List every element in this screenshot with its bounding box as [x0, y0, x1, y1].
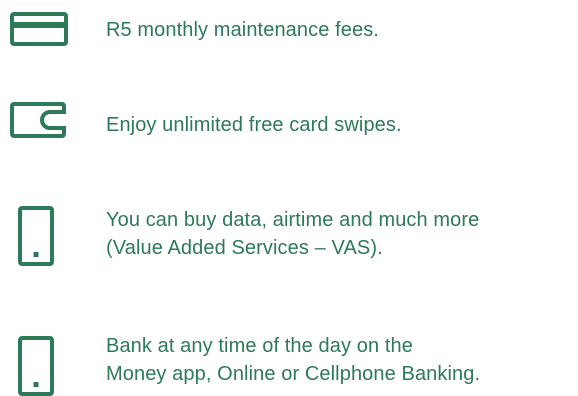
feature-text-line: Money app, Online or Cellphone Banking.	[106, 363, 481, 385]
feature-text: Enjoy unlimited free card swipes.	[106, 111, 402, 139]
wallet-icon	[10, 102, 68, 138]
mobile-phone-icon	[18, 336, 54, 396]
feature-text-line: You can buy data, airtime and much more	[106, 209, 480, 231]
mobile-phone-icon	[18, 206, 54, 266]
feature-text-line: Enjoy unlimited free card swipes.	[106, 114, 402, 136]
feature-text: Bank at any time of the day on the Money…	[106, 332, 480, 388]
feature-text: You can buy data, airtime and much more …	[106, 206, 479, 262]
feature-text-line: Bank at any time of the day on the	[106, 335, 413, 357]
credit-card-icon	[10, 12, 68, 46]
feature-text-line: R5 monthly maintenance fees.	[106, 19, 379, 41]
feature-text: R5 monthly maintenance fees.	[106, 16, 379, 44]
feature-text-line: (Value Added Services – VAS).	[106, 237, 383, 259]
